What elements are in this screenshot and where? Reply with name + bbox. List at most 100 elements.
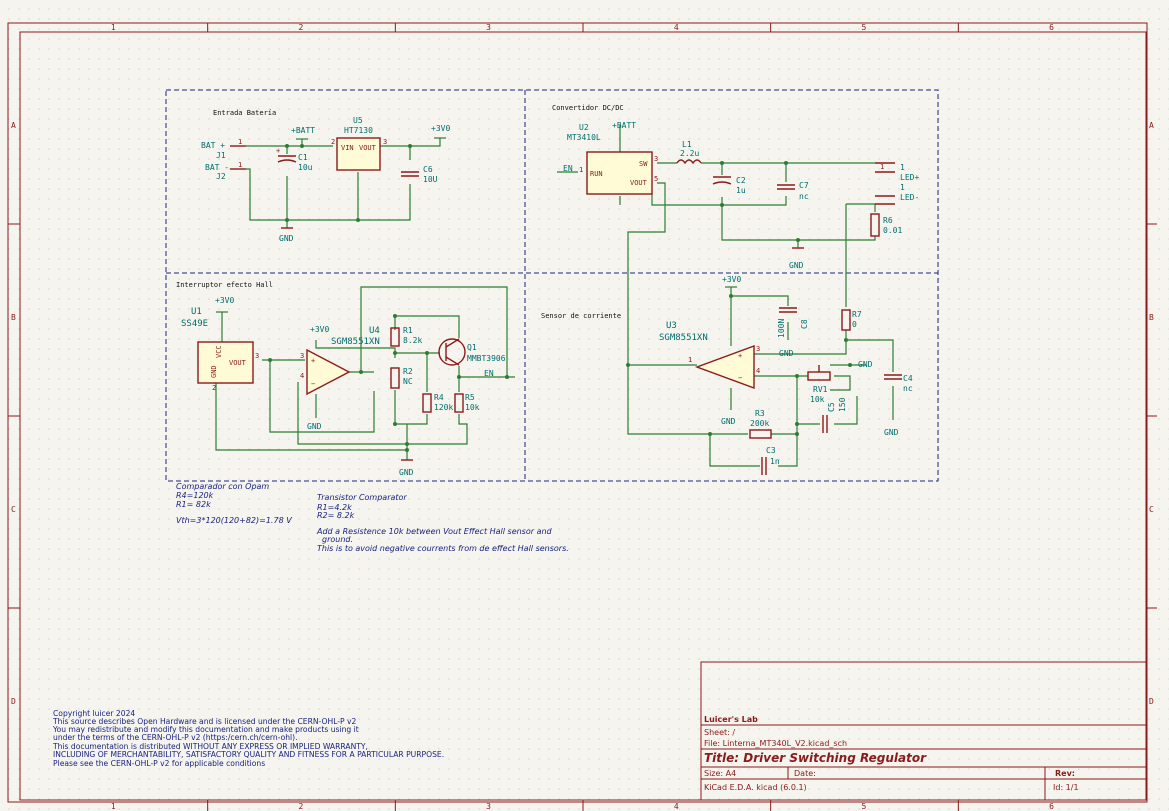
c4-ref: C4 bbox=[903, 374, 913, 383]
led-pos-pin: 1 bbox=[900, 163, 905, 172]
u5-value: HT7130 bbox=[344, 126, 373, 135]
svg-text:3: 3 bbox=[383, 138, 387, 146]
r4-ref: R4 bbox=[434, 393, 444, 402]
dcdc-converter-circuit[interactable]: EN RUN SW VOUT 1 3 5 U2 MT3410L +BATT L1 2… bbox=[557, 121, 919, 365]
u2-value: MT3410L bbox=[567, 133, 601, 142]
c3-value: 1n bbox=[770, 457, 780, 466]
drawing-title: Title: Driver Switching Regulator bbox=[704, 751, 927, 765]
column-label: 1 bbox=[111, 23, 116, 32]
hall-switch-circuit[interactable]: +3V0 U1 SS49E VCC GND VOUT 3 2 + − 3 4 +3V0… bbox=[181, 286, 515, 477]
blocks-outline bbox=[165, 89, 939, 482]
row-label: A bbox=[1149, 121, 1154, 130]
row-label: B bbox=[1149, 313, 1154, 322]
note-transistor: Transistor Comparator R1=4.2k R2= 8.2k bbox=[317, 493, 407, 520]
u1-ref: U1 bbox=[191, 307, 202, 317]
v3-power-label-2: +3V0 bbox=[215, 296, 234, 305]
sheet-label: Sheet: / bbox=[704, 728, 735, 737]
tool-label: KiCad E.D.A. kicad (6.0.1) bbox=[704, 783, 807, 792]
svg-text:+: + bbox=[738, 352, 742, 360]
note-comparator: Comparador con Opam R4=120k R1= 82k Vth=… bbox=[176, 482, 292, 525]
r4-value: 120k bbox=[434, 403, 453, 412]
gnd-label-1: GND bbox=[279, 234, 294, 243]
j1-net: BAT + bbox=[201, 141, 225, 150]
svg-text:−: − bbox=[738, 374, 742, 382]
svg-text:4: 4 bbox=[756, 367, 760, 375]
column-label: 2 bbox=[299, 802, 304, 811]
svg-text:VIN: VIN bbox=[341, 144, 354, 152]
svg-text:Please see the CERN-OHL-P v2 f: Please see the CERN-OHL-P v2 for applica… bbox=[53, 759, 265, 768]
gnd-label-4: GND bbox=[399, 468, 414, 477]
r1-value: 8.2k bbox=[403, 336, 422, 345]
date-label: Date: bbox=[794, 769, 816, 778]
u1-value: SS49E bbox=[181, 319, 208, 329]
copyright-block: Copyright luicer 2024 This source descri… bbox=[52, 709, 444, 768]
svg-text:Transistor Comparator: Transistor Comparator bbox=[317, 493, 407, 502]
rev-label: Rev: bbox=[1055, 769, 1075, 778]
column-label: 6 bbox=[1049, 23, 1054, 32]
c7-value: nc bbox=[799, 192, 809, 201]
led-neg-label: LED- bbox=[900, 193, 919, 202]
row-label: C bbox=[11, 505, 16, 514]
en-label-dcdc: EN bbox=[563, 164, 573, 173]
c7-ref: C7 bbox=[799, 181, 809, 190]
en-label-hall: EN bbox=[484, 369, 494, 378]
svg-text:VOUT: VOUT bbox=[229, 359, 247, 367]
r6-ref: R6 bbox=[883, 216, 893, 225]
u3-ref: U3 bbox=[666, 321, 677, 331]
column-label: 2 bbox=[299, 23, 304, 32]
svg-text:RUN: RUN bbox=[590, 170, 603, 178]
r2-ref: R2 bbox=[403, 367, 413, 376]
r6-value: 0.01 bbox=[883, 226, 902, 235]
c5-value: 150 bbox=[838, 397, 847, 412]
gnd-label-8: GND bbox=[884, 428, 899, 437]
battery-input-circuit[interactable]: 11 BAT + J1 BAT - J2 +BATT + C1 10u VIN … bbox=[201, 116, 450, 243]
block-title-current: Sensor de corriente bbox=[541, 312, 621, 320]
l1-value: 2.2u bbox=[680, 149, 699, 158]
u5-ref: U5 bbox=[353, 116, 363, 125]
j2-net: BAT - bbox=[205, 163, 229, 172]
c1-value: 10u bbox=[298, 163, 313, 172]
svg-text:R4=120k: R4=120k bbox=[176, 491, 214, 500]
sheet-inner-border bbox=[19, 31, 1147, 801]
v3-power-label-1: +3V0 bbox=[431, 124, 450, 133]
block-title-hall: Interruptor efecto Hall bbox=[176, 281, 273, 289]
svg-text:2: 2 bbox=[212, 384, 216, 392]
column-label: 3 bbox=[486, 802, 491, 811]
svg-text:−: − bbox=[311, 380, 315, 388]
gnd-label-5: GND bbox=[779, 349, 794, 358]
svg-text:Comparador con Opam: Comparador con Opam bbox=[176, 482, 269, 491]
u2-ref: U2 bbox=[579, 123, 589, 132]
svg-text:VCC: VCC bbox=[215, 345, 223, 358]
rv1-value: 10k bbox=[810, 395, 825, 404]
svg-text:+: + bbox=[311, 357, 315, 365]
gnd-label-3: GND bbox=[307, 422, 322, 431]
schematic-sheet[interactable]: 1 1 2 2 3 3 4 4 5 5 6 6 A A B B C C D D Entrada Batería Co… bbox=[0, 0, 1169, 811]
r3-ref: R3 bbox=[755, 409, 765, 418]
column-label: 4 bbox=[674, 802, 679, 811]
c2-ref: C2 bbox=[736, 176, 746, 185]
gnd-label-7: GND bbox=[858, 360, 873, 369]
svg-text:R2= 8.2k: R2= 8.2k bbox=[317, 511, 355, 520]
row-label: A bbox=[11, 121, 16, 130]
column-label: 4 bbox=[674, 23, 679, 32]
row-label: D bbox=[11, 697, 16, 706]
batt-power-label: +BATT bbox=[291, 126, 315, 135]
id-label: Id: 1/1 bbox=[1053, 783, 1079, 792]
row-label: D bbox=[1149, 697, 1154, 706]
q1-value: MMBT3906 bbox=[467, 354, 506, 363]
title-block: Luicer's Lab Sheet: / File: Linterna_MT3… bbox=[700, 661, 1147, 801]
l1-ref: L1 bbox=[682, 140, 692, 149]
column-label: 3 bbox=[486, 23, 491, 32]
svg-text:3: 3 bbox=[255, 352, 259, 360]
svg-text:INCLUDING OF MERCHANTABILITY,: INCLUDING OF MERCHANTABILITY, SATISFACTO… bbox=[53, 750, 444, 759]
rv1-ref: RV1 bbox=[813, 385, 828, 394]
current-sense-circuit[interactable]: +3V0 C8 100N GND + − 1 3 4 U3 SGM8551XN GND… bbox=[626, 275, 913, 475]
size-label: Size: A4 bbox=[704, 769, 736, 778]
file-label: File: Linterna_MT340L_V2.kicad_sch bbox=[704, 739, 847, 748]
r2-value: NC bbox=[403, 377, 413, 386]
schematic-canvas[interactable]: 1 1 2 2 3 3 4 4 5 5 6 6 A A B B C C D D Entrada Batería Co… bbox=[0, 0, 1169, 811]
r5-value: 10k bbox=[465, 403, 480, 412]
batt-power-label-2: +BATT bbox=[612, 121, 636, 130]
note-resistance: Add a Resistence 10k between Vout Effect… bbox=[316, 527, 569, 553]
block-title-battery: Entrada Batería bbox=[213, 109, 276, 117]
